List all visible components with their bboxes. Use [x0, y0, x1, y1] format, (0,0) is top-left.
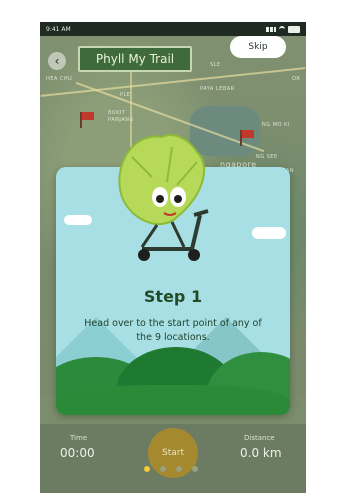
page-dot[interactable]	[160, 466, 166, 472]
phone-screen: 9:41 AM HEA CHU BUKIT PANJANG PLE SLE PA…	[40, 22, 306, 493]
map-label: SLE	[210, 62, 221, 68]
battery-icon	[288, 25, 300, 33]
map-label: NG SEE	[256, 154, 278, 160]
map-label: PANJANG	[108, 117, 134, 123]
bush-decoration	[56, 385, 290, 415]
distance-label: Distance	[244, 434, 275, 442]
cloud-decoration	[252, 227, 286, 239]
leaf-mascot-scooter-icon	[118, 134, 209, 261]
map-label: OR	[292, 76, 301, 82]
start-label: Start	[162, 448, 184, 458]
map-label: HEA CHU	[46, 76, 73, 82]
signal-icon	[266, 26, 276, 32]
distance-value: 0.0 km	[240, 446, 282, 460]
page-dot[interactable]	[144, 466, 150, 472]
step-title: Step 1	[143, 287, 203, 306]
app-title-sign: Phyll My Trail	[78, 46, 192, 72]
time-label: Time	[70, 434, 88, 442]
cloud-decoration	[64, 215, 92, 225]
app-title: Phyll My Trail	[95, 52, 175, 66]
skip-button[interactable]: Skip	[230, 36, 286, 58]
map-label: BUKIT	[108, 110, 126, 116]
status-bar: 9:41 AM	[40, 22, 306, 36]
map-label: PAYA LEBAR	[200, 86, 235, 92]
time-value: 00:00	[60, 446, 95, 460]
status-icons	[266, 25, 300, 33]
chevron-left-icon: ‹	[54, 54, 60, 68]
page-dot[interactable]	[192, 466, 198, 472]
back-button[interactable]: ‹	[48, 52, 66, 70]
page-indicator	[144, 466, 198, 472]
map-label: NG MO KI	[262, 122, 290, 128]
page-dot[interactable]	[176, 466, 182, 472]
step-description: Head over to the start point of any of t…	[84, 318, 262, 343]
map-label: PLE	[120, 92, 131, 98]
wifi-icon	[279, 25, 285, 33]
status-time: 9:41 AM	[46, 25, 71, 33]
